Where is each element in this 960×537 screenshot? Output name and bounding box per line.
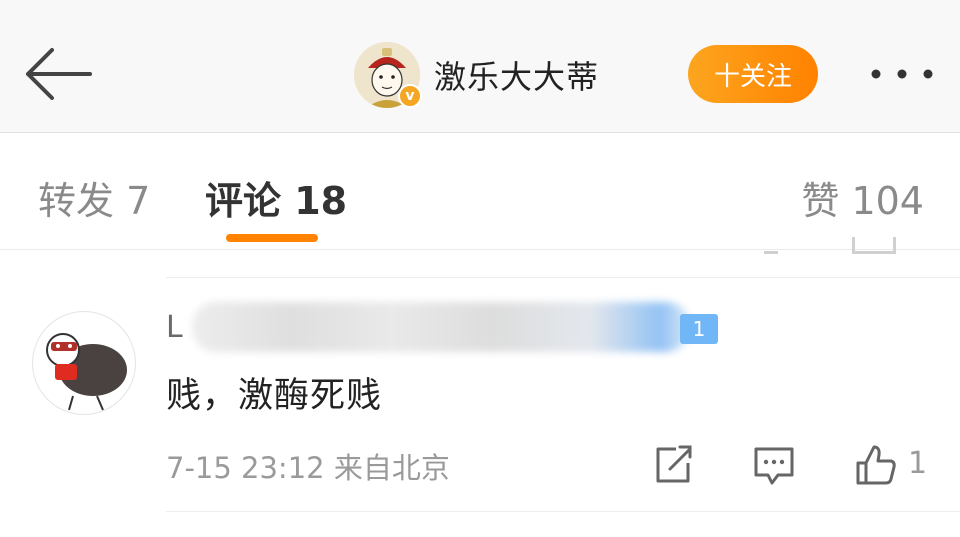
share-icon <box>656 445 692 483</box>
cartoon-avatar-icon <box>46 333 127 411</box>
tab-like[interactable]: 赞 104 <box>801 170 924 225</box>
active-tab-indicator <box>226 234 318 242</box>
profile-name[interactable]: 激乐大大蒂 <box>434 52 599 98</box>
comment-text: 贱，激酶死贱 <box>166 376 383 416</box>
commenter-avatar[interactable] <box>32 311 136 415</box>
comment-icon <box>754 447 794 485</box>
like-count: 1 <box>908 446 928 481</box>
more-dots-icon <box>871 69 933 79</box>
tab-repost[interactable]: 转发 7 <box>38 170 150 225</box>
back-arrow-icon <box>26 48 92 100</box>
previous-row-fragment <box>764 237 778 254</box>
divider <box>166 277 960 278</box>
follow-button[interactable]: 十关注 <box>688 45 818 103</box>
comment-meta: 7-15 23:12 来自北京 <box>166 451 450 485</box>
tab-bar: 转发 7 评论 18 赞 104 <box>0 133 960 250</box>
repost-button[interactable] <box>652 443 694 487</box>
tab-comment[interactable]: 评论 18 <box>205 170 347 225</box>
reply-button[interactable] <box>752 443 796 487</box>
previous-row-fragment <box>852 237 896 254</box>
back-button[interactable] <box>24 46 94 102</box>
thumbs-up-icon <box>856 445 896 485</box>
divider <box>166 511 960 512</box>
blurred-username-redaction <box>192 302 690 352</box>
verified-icon: v <box>398 84 422 108</box>
top-bar: v 激乐大大蒂 十关注 <box>0 0 960 133</box>
like-button[interactable] <box>854 443 898 487</box>
commenter-username[interactable]: L <box>166 310 183 345</box>
profile-header[interactable]: v 激乐大大蒂 <box>354 41 599 109</box>
level-badge: 1 <box>680 314 718 344</box>
profile-avatar[interactable]: v <box>354 42 422 108</box>
more-button[interactable] <box>866 62 938 86</box>
